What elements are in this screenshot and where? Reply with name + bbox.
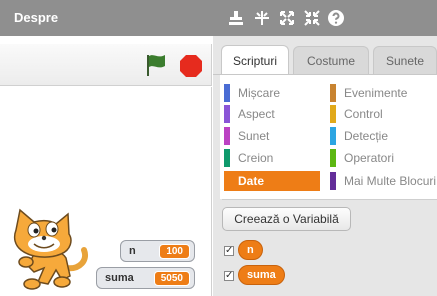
reporter-label: n <box>247 244 254 256</box>
category-color-bar <box>330 84 336 102</box>
stamp-icon[interactable] <box>226 8 246 28</box>
category-sensing[interactable]: Detecție <box>330 127 437 145</box>
category-label: Mai Multe Blocuri <box>344 174 437 188</box>
category-color-bar <box>224 127 230 145</box>
variable-watcher-suma[interactable]: suma 5050 <box>96 267 195 289</box>
category-control[interactable]: Control <box>330 105 437 123</box>
category-data[interactable]: Date <box>224 171 320 191</box>
category-color-bar <box>224 84 230 102</box>
menu-bar: Despre <box>0 0 437 36</box>
expand-icon[interactable] <box>277 8 297 28</box>
category-color-bar <box>224 149 230 167</box>
category-label: Detecție <box>344 129 389 143</box>
stop-sign-icon[interactable] <box>179 54 203 78</box>
category-label: Date <box>238 174 265 188</box>
watcher-label: n <box>129 245 136 257</box>
category-color-bar <box>330 127 336 145</box>
category-more-blocks[interactable]: Mai Multe Blocuri <box>330 172 437 190</box>
category-color-bar <box>330 172 336 190</box>
category-label: Sunet <box>238 129 270 143</box>
tab-sounds[interactable]: Sunete <box>373 46 437 74</box>
watcher-value: 5050 <box>153 270 190 286</box>
variable-checkbox-suma[interactable]: ✓ <box>224 271 234 281</box>
grow-icon[interactable] <box>252 8 272 28</box>
category-label: Mișcare <box>238 86 281 100</box>
palette-divider <box>222 199 437 200</box>
variable-checkbox-n[interactable]: ✓ <box>224 246 234 256</box>
watcher-value: 100 <box>159 243 190 259</box>
category-label: Evenimente <box>344 86 408 100</box>
category-color-bar <box>224 105 230 123</box>
watcher-label: suma <box>105 272 134 284</box>
category-label: Aspect <box>238 107 275 121</box>
category-label: Creion <box>238 151 274 165</box>
tab-scripts[interactable]: Scripturi <box>221 45 289 75</box>
category-events[interactable]: Evenimente <box>330 84 437 102</box>
category-color-bar <box>330 105 336 123</box>
category-operators[interactable]: Operatori <box>330 149 437 167</box>
variable-reporter-n[interactable]: n <box>238 240 263 260</box>
category-label: Operatori <box>344 151 395 165</box>
category-color-bar <box>330 149 336 167</box>
category-motion[interactable]: Mișcare <box>224 84 319 102</box>
category-label: Control <box>344 107 383 121</box>
shrink-icon[interactable] <box>302 8 322 28</box>
tab-costumes[interactable]: Costume <box>293 46 369 74</box>
variable-watcher-n[interactable]: n 100 <box>120 240 195 262</box>
reporter-label: suma <box>247 269 276 281</box>
sprite-cat[interactable] <box>4 202 94 292</box>
category-pen[interactable]: Creion <box>224 149 319 167</box>
category-sound[interactable]: Sunet <box>224 127 319 145</box>
variable-reporter-suma[interactable]: suma <box>238 265 285 285</box>
category-color-bar <box>224 171 230 191</box>
help-icon[interactable] <box>326 8 346 28</box>
green-flag-icon[interactable] <box>143 52 169 78</box>
category-looks[interactable]: Aspect <box>224 105 319 123</box>
menu-about[interactable]: Despre <box>14 10 58 25</box>
make-variable-button[interactable]: Creează o Variabilă <box>222 207 351 231</box>
